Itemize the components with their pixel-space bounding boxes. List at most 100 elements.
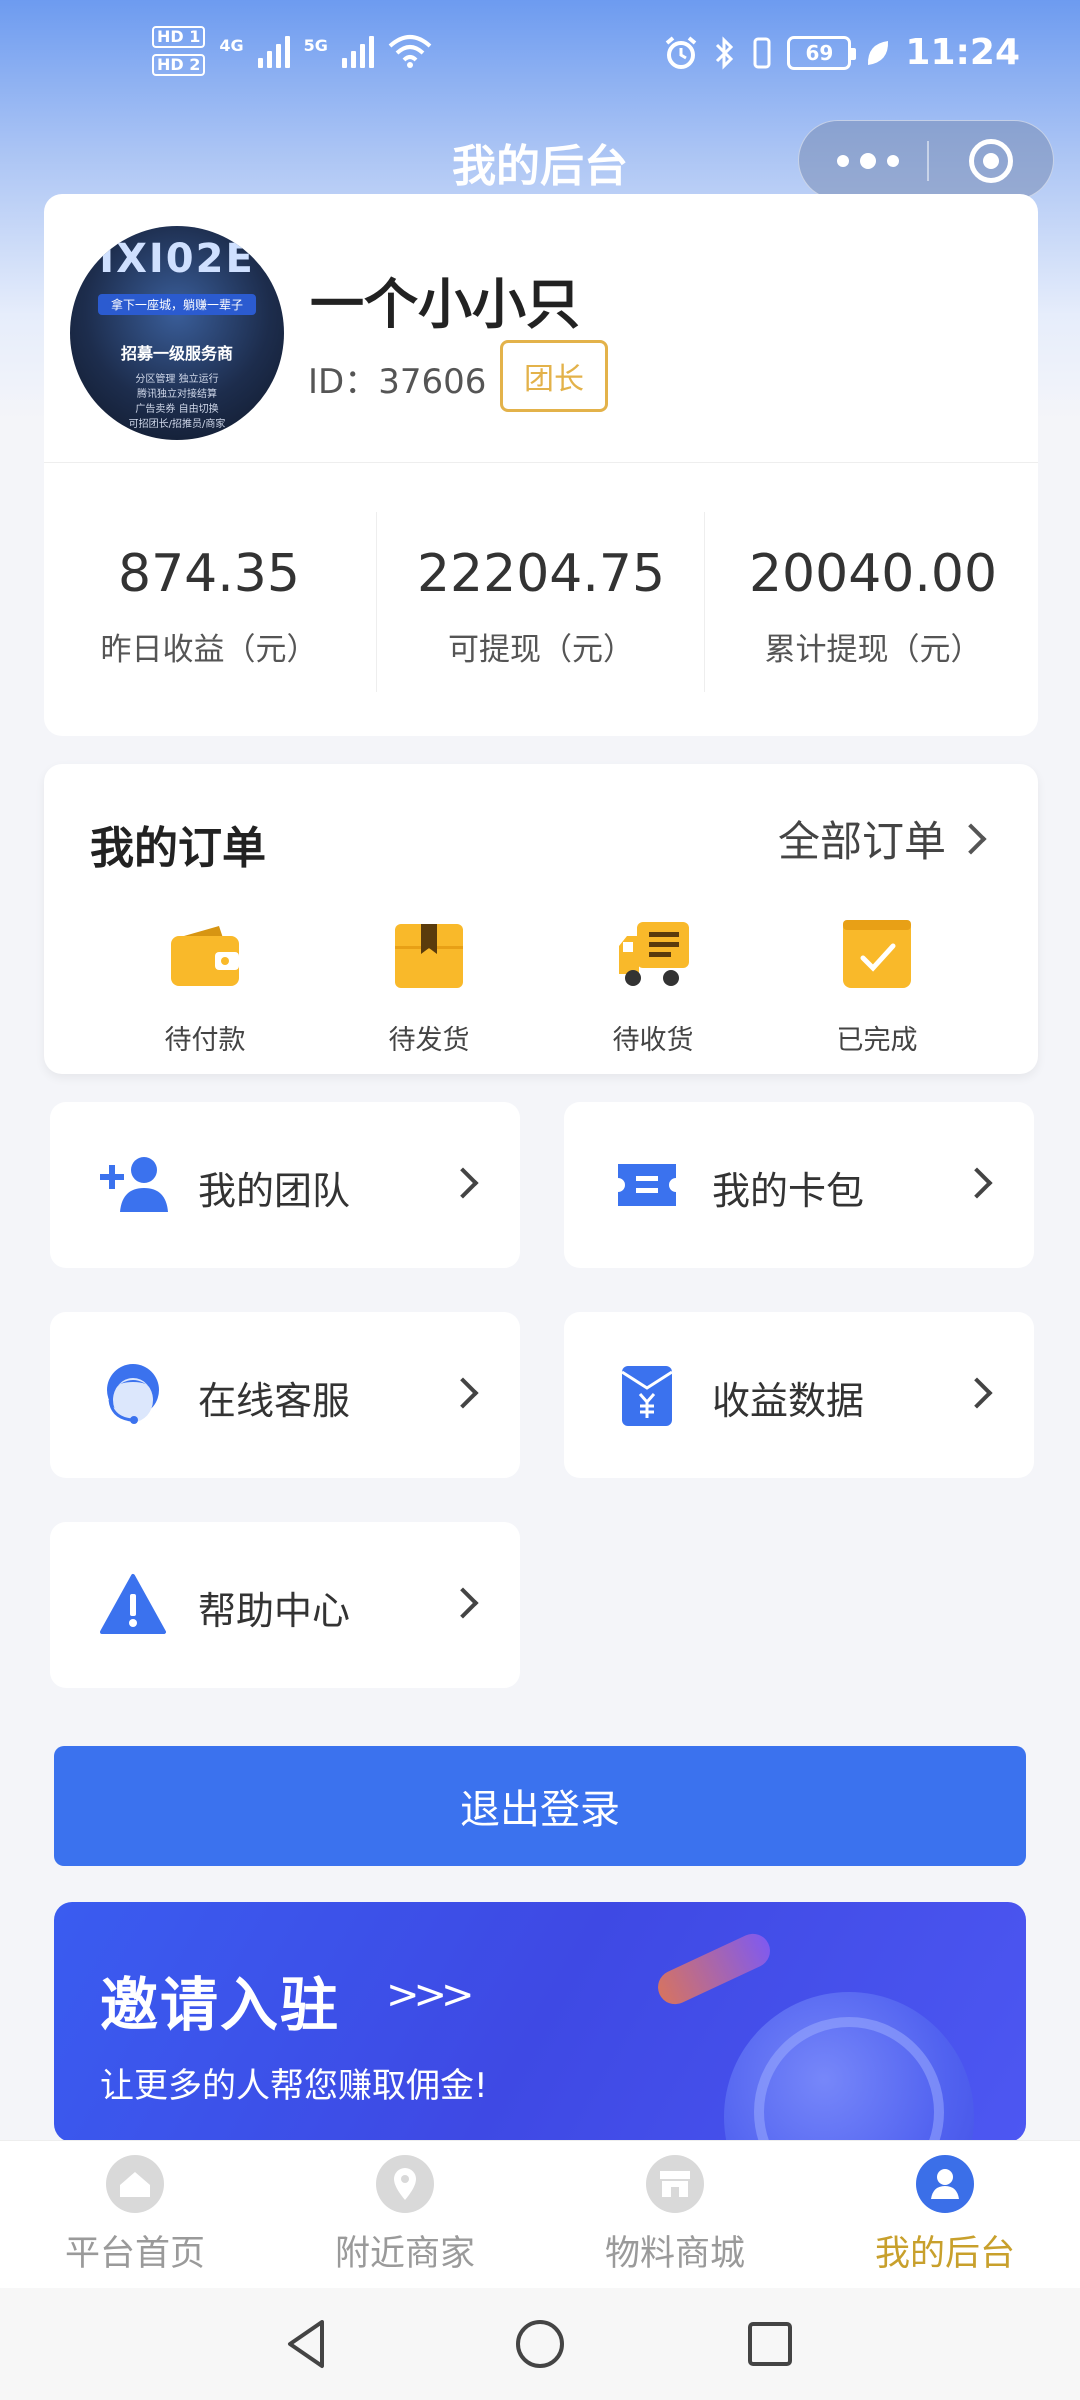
avatar-text-2: 拿下一座城，躺赚一辈子 bbox=[98, 294, 256, 315]
menu-label: 我的团队 bbox=[198, 1169, 351, 1213]
orders-title: 我的订单 bbox=[90, 823, 266, 874]
profile-icon bbox=[916, 2155, 974, 2213]
orders-card: 我的订单 全部订单 待付款 待发货 待收货 已完成 bbox=[44, 764, 1038, 1074]
order-completed[interactable]: 已完成 bbox=[802, 916, 952, 1057]
user-id: ID：37606 bbox=[308, 362, 487, 402]
role-badge: 团长 bbox=[500, 340, 608, 412]
stat-label: 累计提现（元） bbox=[764, 632, 982, 668]
wifi-icon bbox=[388, 35, 432, 68]
signal-icon bbox=[341, 34, 374, 68]
recents-icon[interactable] bbox=[738, 2312, 802, 2376]
menu-my-team[interactable]: 我的团队 bbox=[50, 1102, 520, 1268]
package-icon bbox=[395, 924, 463, 988]
chevron-right-icon bbox=[447, 1377, 479, 1409]
stat-total-withdrawn[interactable]: 20040.00 累计提现（元） bbox=[708, 476, 1038, 716]
menu-online-service[interactable]: 在线客服 bbox=[50, 1312, 520, 1478]
bluetooth-icon bbox=[716, 35, 734, 70]
more-icon[interactable] bbox=[837, 147, 899, 175]
order-pending-payment[interactable]: 待付款 bbox=[130, 916, 280, 1057]
avatar-text-6: 广告卖券 自由切换 bbox=[135, 404, 219, 415]
store-icon bbox=[646, 2155, 704, 2213]
chevron-right-icon bbox=[447, 1587, 479, 1619]
tab-label: 物料商城 bbox=[604, 2234, 745, 2274]
stat-yesterday-income[interactable]: 874.35 昨日收益（元） bbox=[44, 476, 374, 716]
battery-indicator: 69 bbox=[787, 35, 857, 70]
tab-nearby[interactable]: 附近商家 bbox=[270, 2141, 540, 2289]
avatar-text-4: 分区管理 独立运行 bbox=[135, 374, 219, 385]
network-indicators: HD 1 HD 2 4G 5G bbox=[152, 26, 432, 76]
system-indicators: 69 11:24 bbox=[663, 32, 1020, 73]
tab-my-dashboard[interactable]: 我的后台 bbox=[810, 2141, 1080, 2289]
avatar-text-1: ΙΧΙ02Ε bbox=[99, 236, 255, 282]
home-nav-icon[interactable] bbox=[508, 2312, 572, 2376]
order-pending-shipment[interactable]: 待发货 bbox=[354, 916, 504, 1057]
stat-value: 20040.00 bbox=[748, 544, 998, 604]
divider bbox=[704, 512, 705, 692]
system-nav-bar bbox=[0, 2288, 1080, 2400]
completed-icon bbox=[843, 920, 911, 988]
tab-label: 我的后台 bbox=[874, 2234, 1015, 2274]
customer-service-icon bbox=[107, 1364, 159, 1424]
network-4g-label: 4G bbox=[219, 36, 244, 55]
order-label: 待收货 bbox=[612, 1025, 694, 1056]
stat-value: 874.35 bbox=[118, 544, 300, 604]
hd1-badge: HD 1 bbox=[152, 26, 206, 48]
battery-level: 69 bbox=[805, 40, 834, 65]
arrows-icon: >>> bbox=[386, 1972, 475, 2018]
stat-withdrawable[interactable]: 22204.75 可提现（元） bbox=[376, 476, 706, 716]
invite-title: 邀请入驻 bbox=[100, 1971, 341, 2039]
menu-my-card-wallet[interactable]: 我的卡包 bbox=[564, 1102, 1034, 1268]
invite-subtitle: 让更多的人帮您赚取佣金! bbox=[100, 2066, 488, 2106]
menu-label: 收益数据 bbox=[712, 1379, 865, 1423]
invite-banner[interactable]: 邀请入驻 >>> 让更多的人帮您赚取佣金! bbox=[54, 1902, 1026, 2142]
order-pending-receipt[interactable]: 待收货 bbox=[578, 916, 728, 1057]
location-icon bbox=[376, 2155, 434, 2213]
signal-icon bbox=[257, 34, 290, 68]
profile-card: ΙΧΙ02Ε 拿下一座城，躺赚一辈子 招募一级服务商 分区管理 独立运行 腾讯独… bbox=[44, 194, 1038, 736]
clock: 11:24 bbox=[905, 32, 1020, 73]
chevron-right-icon bbox=[955, 822, 987, 855]
avatar-text-list: 分区管理 独立运行 腾讯独立对接结算 广告卖券 自由切换 可招团长/招推员/商家 bbox=[70, 372, 284, 432]
tab-label: 附近商家 bbox=[334, 2234, 475, 2274]
logout-button[interactable]: 退出登录 bbox=[54, 1746, 1026, 1866]
close-target-icon[interactable] bbox=[969, 139, 1013, 183]
stat-label: 可提现（元） bbox=[448, 632, 634, 668]
back-icon[interactable] bbox=[276, 2312, 340, 2376]
order-label: 已完成 bbox=[836, 1025, 918, 1056]
alarm-icon bbox=[666, 35, 697, 69]
stat-label: 昨日收益（元） bbox=[100, 632, 318, 668]
ticket-icon bbox=[618, 1164, 676, 1206]
menu-income-data[interactable]: 收益数据 bbox=[564, 1312, 1034, 1478]
avatar-text-7: 可招团长/招推员/商家 bbox=[128, 419, 226, 430]
divider bbox=[44, 462, 1038, 463]
tab-bar: 平台首页 附近商家 物料商城 我的后台 bbox=[0, 2140, 1080, 2288]
avatar[interactable]: ΙΧΙ02Ε 拿下一座城，躺赚一辈子 招募一级服务商 分区管理 独立运行 腾讯独… bbox=[70, 226, 284, 440]
menu-help-center[interactable]: 帮助中心 bbox=[50, 1522, 520, 1688]
tab-store[interactable]: 物料商城 bbox=[540, 2141, 810, 2289]
menu-label: 在线客服 bbox=[198, 1379, 351, 1423]
order-label: 待发货 bbox=[388, 1025, 470, 1056]
truck-icon bbox=[619, 922, 689, 986]
order-label: 待付款 bbox=[164, 1025, 246, 1056]
avatar-text-5: 腾讯独立对接结算 bbox=[137, 389, 217, 400]
stat-value: 22204.75 bbox=[416, 544, 666, 604]
avatar-text-3: 招募一级服务商 bbox=[120, 344, 233, 363]
home-icon bbox=[106, 2155, 164, 2213]
menu-label: 帮助中心 bbox=[198, 1589, 351, 1633]
chevron-right-icon bbox=[961, 1167, 993, 1199]
status-bar: HD 1 HD 2 4G 5G 69 11:24 bbox=[0, 0, 1080, 120]
tab-label: 平台首页 bbox=[64, 2234, 205, 2274]
menu-label: 我的卡包 bbox=[712, 1169, 865, 1213]
add-user-icon bbox=[100, 1157, 168, 1212]
decoration bbox=[652, 1928, 776, 2010]
all-orders-link[interactable]: 全部订单 bbox=[777, 808, 987, 869]
chevron-right-icon bbox=[447, 1167, 479, 1199]
all-orders-label: 全部订单 bbox=[777, 817, 946, 866]
income-icon bbox=[621, 1366, 673, 1426]
warning-icon bbox=[100, 1574, 166, 1634]
capsule-divider bbox=[927, 141, 929, 181]
network-5g-label: 5G bbox=[303, 36, 328, 55]
hd2-badge: HD 2 bbox=[152, 54, 206, 76]
tab-home[interactable]: 平台首页 bbox=[0, 2141, 270, 2289]
user-name: 一个小小只 bbox=[310, 273, 580, 336]
